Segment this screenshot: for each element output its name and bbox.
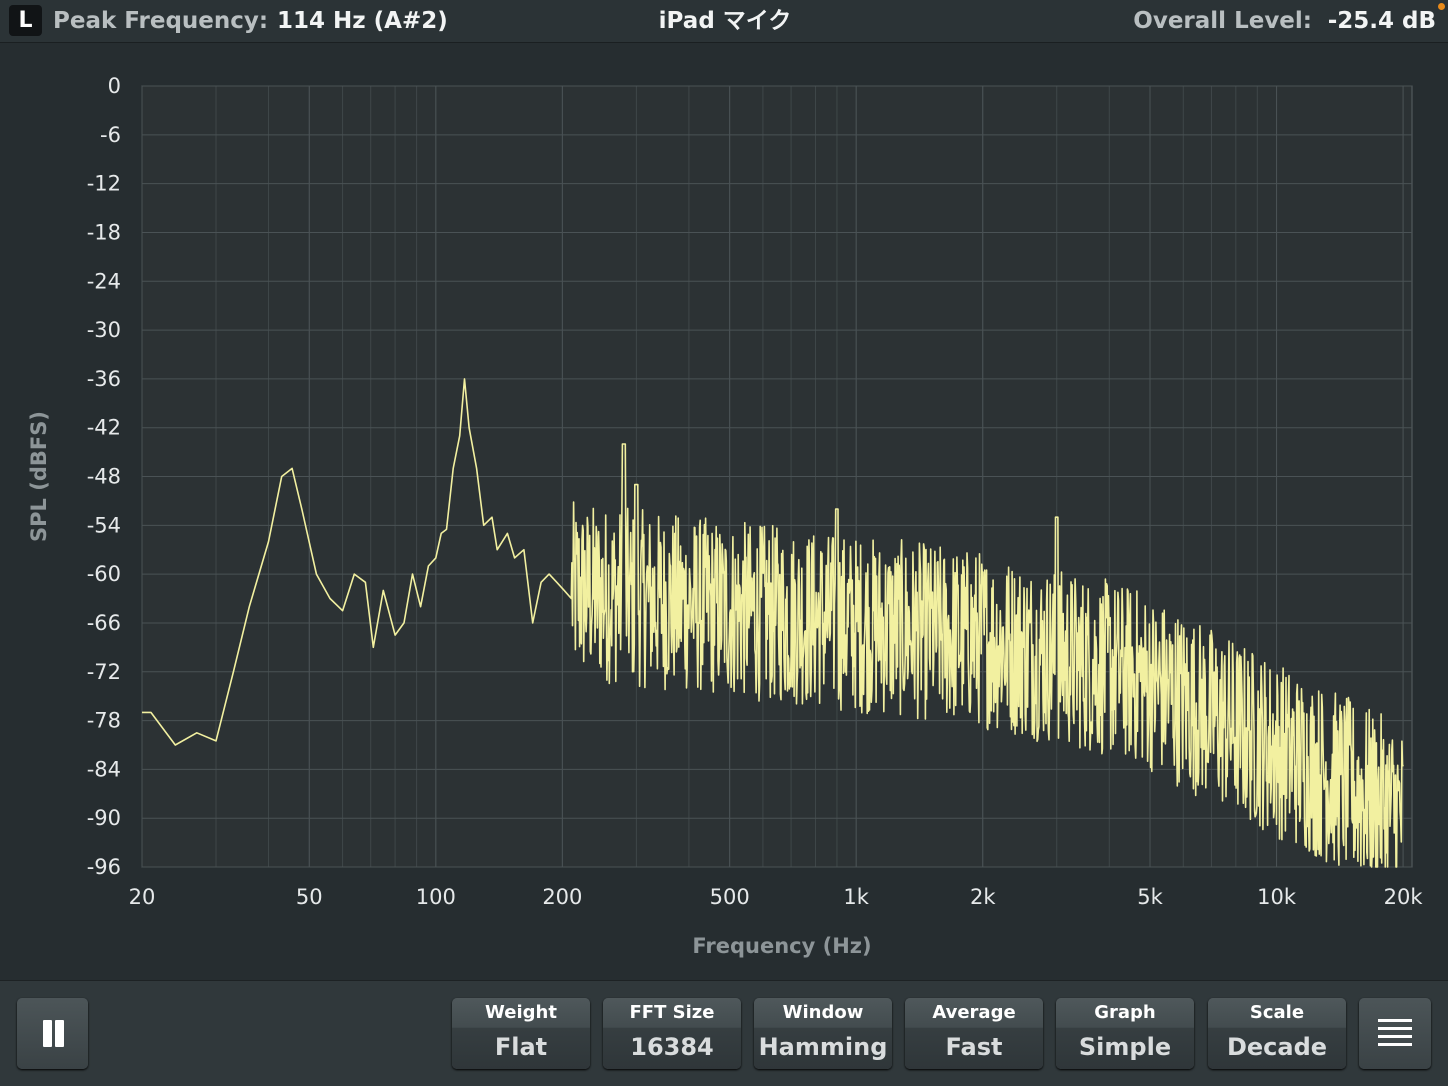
scale-button[interactable]: Scale Decade (1208, 998, 1346, 1069)
scale-value: Decade (1208, 1028, 1346, 1069)
x-tick-label: 50 (296, 885, 323, 909)
y-axis-label: SPL (dBFS) (27, 411, 51, 542)
input-device-name[interactable]: iPad マイク (560, 0, 890, 42)
graph-value: Simple (1056, 1028, 1194, 1069)
average-value: Fast (905, 1028, 1043, 1069)
x-tick-label: 200 (542, 885, 582, 909)
y-tick-label: -18 (87, 220, 121, 244)
y-tick-label: -72 (87, 660, 121, 684)
weight-button[interactable]: Weight Flat (452, 998, 590, 1069)
average-label: Average (905, 998, 1043, 1027)
y-tick-label: -24 (87, 269, 121, 293)
bottom-toolbar: Weight Flat FFT Size 16384 Window Hammin… (0, 980, 1448, 1086)
y-tick-label: -6 (100, 123, 121, 147)
graph-button[interactable]: Graph Simple (1056, 998, 1194, 1069)
fft-size-button[interactable]: FFT Size 16384 (603, 998, 741, 1069)
window-value: Hamming (754, 1028, 892, 1069)
peak-frequency-value: 114 Hz (A#2) (277, 8, 448, 34)
x-tick-label: 2k (970, 885, 996, 909)
weight-label: Weight (452, 998, 590, 1027)
x-tick-label: 100 (416, 885, 456, 909)
y-tick-label: -48 (87, 465, 121, 489)
channel-badge[interactable]: L (9, 5, 42, 36)
y-tick-label: -66 (87, 611, 121, 635)
x-tick-label: 20k (1384, 885, 1424, 909)
menu-button[interactable] (1359, 998, 1431, 1069)
y-tick-label: -54 (87, 513, 121, 537)
y-tick-label: -90 (87, 806, 121, 830)
scale-label: Scale (1208, 998, 1346, 1027)
fft-size-label: FFT Size (603, 998, 741, 1027)
overall-level-value: -25.4 dB (1327, 8, 1436, 34)
x-tick-label: 10k (1257, 885, 1297, 909)
window-label: Window (754, 998, 892, 1027)
header-bar: L Peak Frequency: 114 Hz (A#2) iPad マイク … (0, 0, 1448, 43)
x-axis-tick-labels: 20 50 100 200 500 1k 2k 5k 10k 20k (129, 885, 1424, 909)
pause-button[interactable] (17, 998, 88, 1069)
y-tick-label: 0 (108, 74, 121, 98)
y-tick-label: -30 (87, 318, 121, 342)
y-tick-label: -60 (87, 562, 121, 586)
y-tick-label: -42 (87, 416, 121, 440)
window-button[interactable]: Window Hamming (754, 998, 892, 1069)
y-tick-label: -78 (87, 709, 121, 733)
x-tick-label: 5k (1137, 885, 1163, 909)
weight-value: Flat (452, 1028, 590, 1069)
y-tick-label: -84 (87, 757, 121, 781)
y-tick-label: -36 (87, 367, 121, 391)
y-tick-label: -96 (87, 855, 121, 879)
x-axis-label: Frequency (Hz) (692, 934, 871, 958)
status-indicator-dot (1438, 3, 1445, 10)
x-tick-label: 20 (129, 885, 156, 909)
x-tick-label: 1k (843, 885, 869, 909)
peak-frequency-label: Peak Frequency: (53, 8, 269, 34)
average-button[interactable]: Average Fast (905, 998, 1043, 1069)
x-tick-label: 500 (710, 885, 750, 909)
y-tick-label: -12 (87, 172, 121, 196)
fft-size-value: 16384 (603, 1028, 741, 1069)
graph-label: Graph (1056, 998, 1194, 1027)
spectrum-chart[interactable]: 0 -6 -12 -18 -24 -30 -36 -42 -48 -54 -60 -66 -72 -78 -… (0, 43, 1448, 979)
spectrum-analyzer-app: L Peak Frequency: 114 Hz (A#2) iPad マイク … (0, 0, 1448, 1086)
y-axis-tick-labels: 0 -6 -12 -18 -24 -30 -36 -42 -48 -54 -60 -66 -72 -78 -… (87, 74, 121, 879)
overall-level-label: Overall Level: (1133, 8, 1312, 34)
